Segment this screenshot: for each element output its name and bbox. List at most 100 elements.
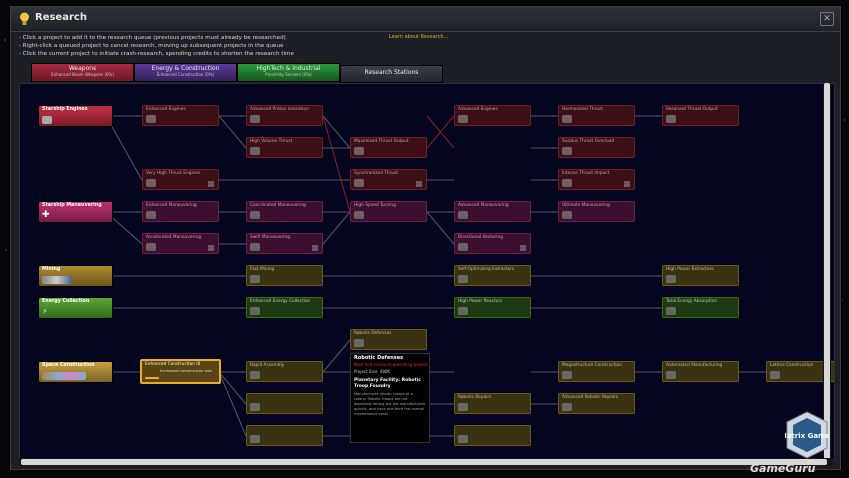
tab-progress: Enhanced Beam Weapons (0%) xyxy=(51,72,114,77)
mining-icon xyxy=(250,275,260,283)
research-node[interactable]: High Volume Thrust xyxy=(246,137,323,158)
category-label: Space Construction xyxy=(42,363,95,368)
research-node[interactable]: Ultimate Maneuvering xyxy=(558,201,635,222)
vertical-scrollbar[interactable] xyxy=(823,83,831,459)
research-node[interactable]: Enhanced Maneuvering xyxy=(142,201,219,222)
learn-about-research-link[interactable]: Learn about Research... xyxy=(389,34,448,40)
person-icon xyxy=(312,245,318,251)
research-node-selected[interactable]: Enhanced Construction III Increased cons… xyxy=(140,359,221,384)
research-node[interactable]: Advanced Proton Ionization xyxy=(246,105,323,126)
research-node[interactable]: Coordinated Maneuvering xyxy=(246,201,323,222)
energy-icon xyxy=(666,307,676,315)
research-node[interactable]: Self-Optimizing Extractors xyxy=(454,265,531,286)
watermark: GameGuru xyxy=(750,462,816,475)
robot-icon xyxy=(562,403,572,411)
energy-icon xyxy=(250,307,260,315)
research-node[interactable] xyxy=(246,393,323,414)
node-label: Resonant Thrust Output xyxy=(666,107,718,112)
research-node[interactable]: Advanced Engines xyxy=(454,105,531,126)
tab-energy-construction[interactable]: Energy & Construction Enhanced Construct… xyxy=(134,63,237,82)
research-node[interactable] xyxy=(246,425,323,446)
mining-icon xyxy=(666,275,676,283)
node-label: High Volume Thrust xyxy=(250,139,293,144)
research-node[interactable]: Enhanced Engines xyxy=(142,105,219,126)
category-starship-engines[interactable]: Starship Engines xyxy=(38,105,113,127)
tab-hightech-industrial[interactable]: HighTech & Industrial Proximity Sensors … xyxy=(237,63,340,82)
instruction-line: - Right-click a queued project to cancel… xyxy=(19,43,284,49)
category-space-construction[interactable]: Space Construction xyxy=(38,361,113,383)
construction-icon xyxy=(42,372,86,380)
node-label: Intense Thrust Impact xyxy=(562,171,610,176)
research-node[interactable] xyxy=(454,425,531,446)
node-label: Advanced Proton Ionization xyxy=(250,107,309,112)
construction-icon xyxy=(250,435,260,443)
research-node[interactable]: Total Energy Absorption xyxy=(662,297,739,318)
construction-icon xyxy=(770,371,780,379)
research-node[interactable]: Surplus Thrust Overload xyxy=(558,137,635,158)
research-node[interactable]: Synchronized Thrust xyxy=(350,169,427,190)
research-node[interactable]: Resonant Thrust Output xyxy=(662,105,739,126)
tab-label: Research Stations xyxy=(364,69,419,76)
research-node[interactable]: Very High Thrust Engines xyxy=(142,169,219,190)
construction-icon xyxy=(562,371,572,379)
research-node[interactable]: Enhanced Energy Collection xyxy=(246,297,323,318)
research-node[interactable]: Harmonized Thrust xyxy=(558,105,635,126)
tab-weapons[interactable]: Weapons Enhanced Beam Weapons (0%) xyxy=(31,63,134,82)
node-label: Surplus Thrust Overload xyxy=(562,139,615,144)
scrollbar-thumb[interactable] xyxy=(824,83,830,459)
node-label: Maximized Thrust Output xyxy=(354,139,409,144)
research-node[interactable]: Swift Maneuvering xyxy=(246,233,323,254)
research-node[interactable]: Megastructure Construction xyxy=(558,361,635,382)
node-label: Enhanced Engines xyxy=(146,107,186,112)
person-icon xyxy=(624,181,630,187)
engine-icon xyxy=(666,115,676,123)
research-node[interactable]: Advanced Maneuvering xyxy=(454,201,531,222)
energy-icon: ⚡ xyxy=(42,307,48,316)
tab-progress: Proximity Sensors (4%) xyxy=(265,72,312,77)
engine-icon xyxy=(250,147,260,155)
tab-progress: Enhanced Construction (0%) xyxy=(156,72,215,77)
node-label: Automated Manufacturing xyxy=(666,363,723,368)
node-label: Advanced Robotic Repairs xyxy=(562,395,618,400)
research-node[interactable]: Automated Manufacturing xyxy=(662,361,739,382)
person-icon xyxy=(416,181,422,187)
node-label: Harmonized Thrust xyxy=(562,107,604,112)
research-node[interactable]: Accelerated Maneuvering xyxy=(142,233,219,254)
node-label: Megastructure Construction xyxy=(562,363,622,368)
arrows-icon xyxy=(562,211,572,219)
tab-label: HighTech & Industrial xyxy=(256,65,321,72)
tab-research-stations[interactable]: Research Stations xyxy=(340,65,443,83)
close-button[interactable]: ✕ xyxy=(820,12,834,26)
research-node[interactable]: Rapid Assembly xyxy=(246,361,323,382)
engine-icon xyxy=(42,116,52,124)
category-starship-maneuvering[interactable]: Starship Maneuvering ✚ xyxy=(38,201,113,223)
progress-bar xyxy=(145,377,159,379)
node-label: High Power Reactors xyxy=(458,299,503,304)
research-node[interactable]: Maximized Thrust Output xyxy=(350,137,427,158)
research-node[interactable]: Robotic Repairs xyxy=(454,393,531,414)
research-node[interactable]: High Power Reactors xyxy=(454,297,531,318)
research-node[interactable]: Robotic Defenses xyxy=(350,329,427,350)
tab-label: Weapons xyxy=(68,65,97,72)
research-node[interactable]: High Power Extractors xyxy=(662,265,739,286)
node-label: High Speed Turning xyxy=(354,203,396,208)
horizontal-scrollbar[interactable] xyxy=(19,458,833,466)
title-bar: Research ✕ xyxy=(11,7,840,32)
scrollbar-thumb[interactable] xyxy=(21,459,827,465)
research-node[interactable]: Intense Thrust Impact xyxy=(558,169,635,190)
engine-icon xyxy=(146,179,156,187)
node-label: Swift Maneuvering xyxy=(250,235,290,240)
research-node[interactable]: Advanced Robotic Repairs xyxy=(558,393,635,414)
arrows-icon xyxy=(250,211,260,219)
research-node[interactable]: Fast Mining xyxy=(246,265,323,286)
engine-icon xyxy=(562,115,572,123)
node-label: Enhanced Maneuvering xyxy=(146,203,197,208)
category-energy-collection[interactable]: Energy Collection ⚡ xyxy=(38,297,113,319)
logo-text: Matrix Games xyxy=(785,432,829,440)
arrows-icon xyxy=(354,211,364,219)
tooltip-title: Robotic Defenses xyxy=(354,355,404,361)
research-node[interactable]: Directional Vectoring xyxy=(454,233,531,254)
category-mining[interactable]: Mining xyxy=(38,265,113,287)
research-node[interactable]: High Speed Turning xyxy=(350,201,427,222)
node-label: Coordinated Maneuvering xyxy=(250,203,306,208)
